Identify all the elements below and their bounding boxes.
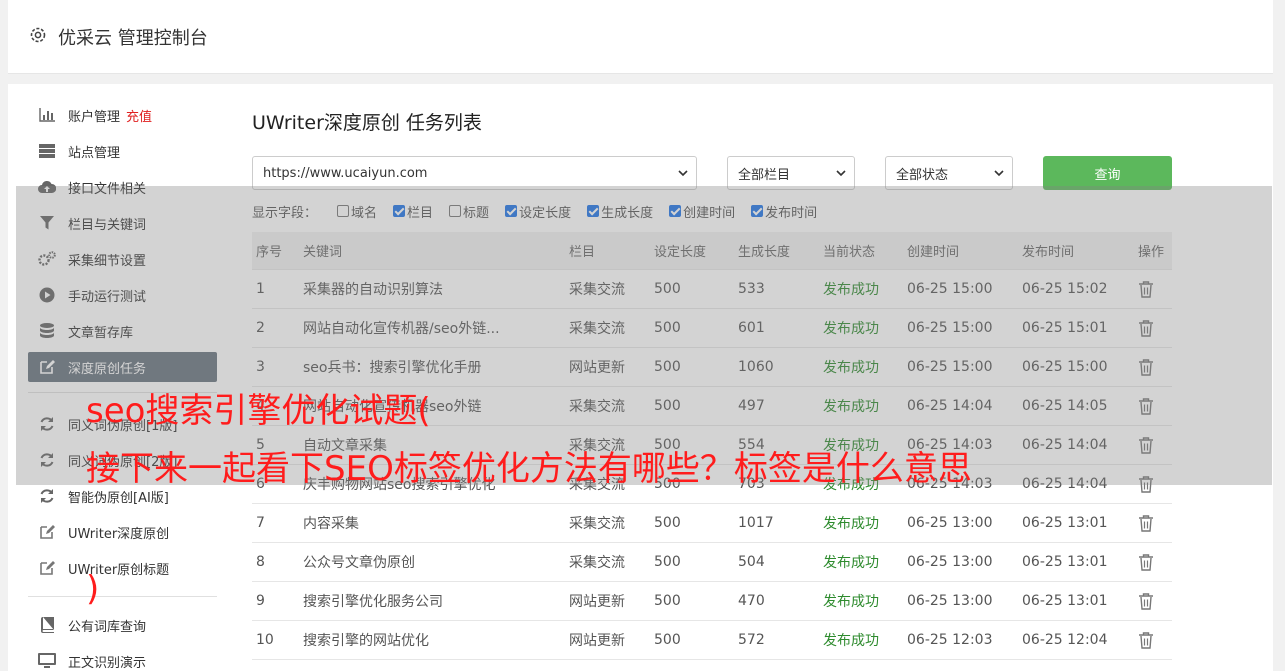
site-select[interactable]: https://www.ucaiyun.com [252,156,697,190]
cell-publish-time: 06-25 12:04 [1022,632,1108,648]
book-icon [38,616,56,634]
refresh-icon [38,487,56,505]
cell-keyword: 搜索引擎的网站优化 [303,633,429,649]
sidebar-item-label: UWriter深度原创 [68,526,170,542]
cell-set-length: 500 [654,554,681,570]
cell-column: 网站更新 [569,633,625,649]
delete-button[interactable] [1138,543,1154,581]
gray-overlay-band [16,186,1272,485]
edit-icon [38,523,56,541]
scrollbar[interactable] [1273,0,1285,671]
sidebar-item-label: 正文识别演示 [68,655,147,671]
status-select[interactable]: 全部状态 [885,156,1013,190]
cell-set-length: 500 [654,515,681,531]
table-row: 8 公众号文章伪原创 采集交流 500 504 发布成功 06-25 13:00… [252,543,1172,582]
server-icon [38,142,56,160]
sidebar-item-account[interactable]: 账户管理 充值 [28,100,217,130]
recharge-link[interactable]: 充值 [126,106,152,125]
status-select-value: 全部状态 [896,167,949,183]
table-row: 9 搜索引擎优化服务公司 网站更新 500 470 发布成功 06-25 13:… [252,582,1172,621]
sidebar-divider [28,596,217,597]
cell-column: 采集交流 [569,516,625,532]
app-title: 优采云 管理控制台 [58,28,208,49]
top-bar: 优采云 管理控制台 [8,0,1275,74]
sidebar-item-text-recognition[interactable]: 正文识别演示 [28,646,217,671]
cell-publish-time: 06-25 13:01 [1022,515,1108,531]
trash-icon[interactable] [1138,631,1154,649]
cell-create-time: 06-25 13:00 [907,515,993,531]
monitor-icon [38,652,56,670]
cell-column: 网站更新 [569,594,625,610]
cell-index: 9 [256,593,265,609]
sidebar-item-label: 公有词库查询 [68,619,147,635]
status-badge: 发布成功 [823,633,879,649]
cell-keyword: 内容采集 [303,516,359,532]
query-button[interactable]: 查询 [1043,156,1172,190]
bar-chart-icon [38,106,56,124]
cell-keyword: 公众号文章伪原创 [303,555,415,571]
cell-index: 10 [256,632,274,648]
sidebar-item-public-lexicon[interactable]: 公有词库查询 [28,610,217,640]
cell-set-length: 500 [654,593,681,609]
cell-gen-length: 470 [738,593,765,609]
cell-create-time: 06-25 13:00 [907,593,993,609]
gear-icon[interactable] [28,25,48,45]
column-select[interactable]: 全部栏目 [727,156,855,190]
chevron-down-icon [836,170,846,177]
cell-create-time: 06-25 12:03 [907,632,993,648]
cell-index: 8 [256,554,265,570]
chevron-down-icon [678,170,688,177]
cell-set-length: 500 [654,632,681,648]
page-title: UWriter深度原创 任务列表 [252,112,482,134]
cell-create-time: 06-25 13:00 [907,554,993,570]
table-row: 7 内容采集 采集交流 500 1017 发布成功 06-25 13:00 06… [252,504,1172,543]
cell-column: 采集交流 [569,555,625,571]
sidebar-item-label: 账户管理 [68,109,121,125]
cell-gen-length: 504 [738,554,765,570]
sidebar-item-label: UWriter原创标题 [68,562,170,578]
cell-keyword: 搜索引擎优化服务公司 [303,594,443,610]
cell-publish-time: 06-25 13:01 [1022,554,1108,570]
trash-icon[interactable] [1138,592,1154,610]
status-badge: 发布成功 [823,555,879,571]
status-badge: 发布成功 [823,594,879,610]
delete-button[interactable] [1138,582,1154,620]
trash-icon[interactable] [1138,514,1154,532]
chevron-down-icon [994,170,1004,177]
site-select-value: https://www.ucaiyun.com [263,165,428,181]
table-row: 10 搜索引擎的网站优化 网站更新 500 572 发布成功 06-25 12:… [252,621,1172,660]
cell-gen-length: 1017 [738,515,774,531]
cell-index: 7 [256,515,265,531]
watermark-line-3: ) [86,569,100,609]
watermark-line-2: 接下来一起看下SEO标签优化方法有哪些？标签是什么意思 [86,449,972,489]
column-select-value: 全部栏目 [738,167,791,183]
trash-icon[interactable] [1138,553,1154,571]
edit-icon [38,559,56,577]
sidebar-item-sites[interactable]: 站点管理 [28,136,217,166]
sidebar-item-label: 站点管理 [68,145,121,161]
cell-publish-time: 06-25 13:01 [1022,593,1108,609]
status-badge: 发布成功 [823,516,879,532]
delete-button[interactable] [1138,621,1154,659]
cell-gen-length: 572 [738,632,765,648]
sidebar-item-uwriter-original[interactable]: UWriter深度原创 [28,517,217,547]
sidebar-item-uwriter-title[interactable]: UWriter原创标题 [28,553,217,583]
delete-button[interactable] [1138,504,1154,542]
watermark-line-1: seo搜索引擎优化试题( [86,391,431,431]
sidebar-item-label: 智能伪原创[AI版] [68,490,169,506]
